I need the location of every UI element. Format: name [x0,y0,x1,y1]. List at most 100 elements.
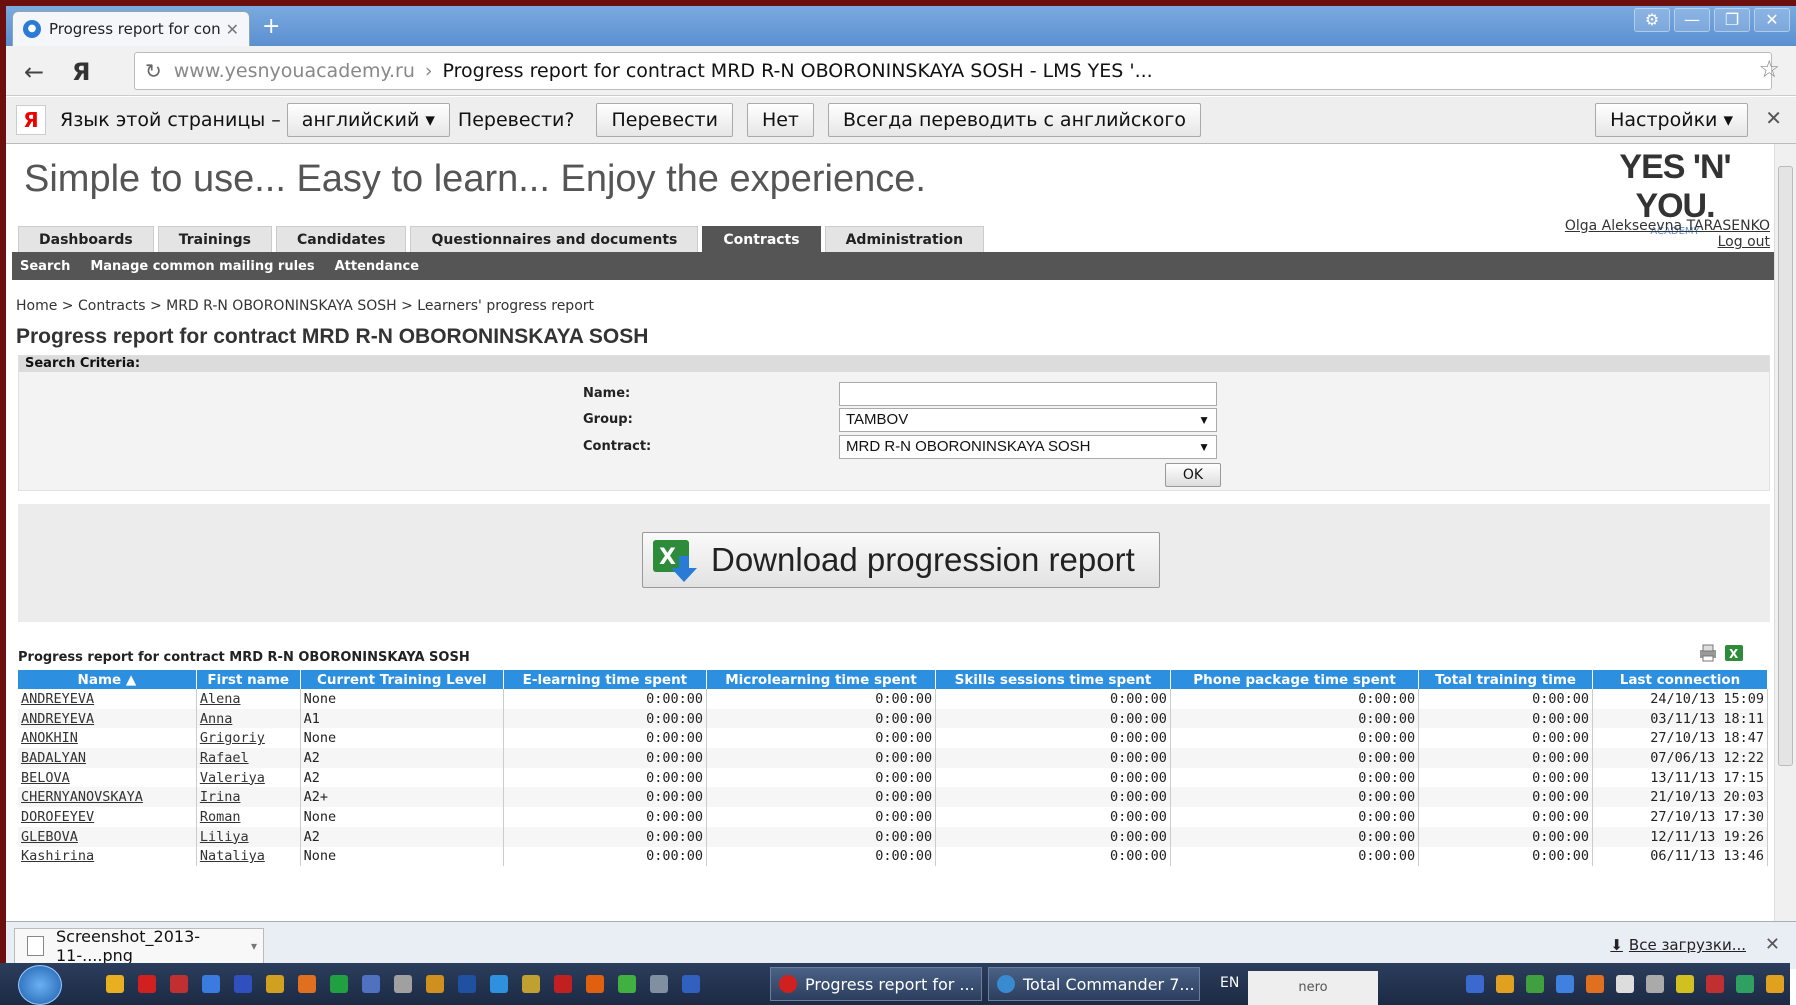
app-icon[interactable] [394,975,412,993]
tray-icon[interactable] [1676,975,1694,993]
learner-name-link[interactable]: ANDREYEVA [21,691,94,707]
app-icon[interactable] [234,975,252,993]
tray-icon[interactable] [1586,975,1604,993]
learner-name-link[interactable]: BELOVA [21,770,70,786]
tab-candidates[interactable]: Candidates [275,226,407,252]
col-header-skills[interactable]: Skills sessions time spent [935,670,1171,689]
close-downloads-icon[interactable]: ✕ [1765,934,1780,955]
nero-toolbar[interactable]: nero [1248,971,1378,1005]
col-header-first-name[interactable]: First name [196,670,301,689]
learner-firstname-link[interactable]: Anna [200,711,233,727]
close-window-button[interactable]: ✕ [1754,8,1790,32]
tab-contracts[interactable]: Contracts [702,226,821,252]
subnav-mailing-rules[interactable]: Manage common mailing rules [90,259,314,274]
app-icon[interactable] [490,975,508,993]
tray-icon[interactable] [1496,975,1514,993]
learner-name-link[interactable]: CHERNYANOVSKAYA [21,789,143,805]
app-icon[interactable] [266,975,284,993]
subnav-attendance[interactable]: Attendance [335,259,419,274]
ie-icon[interactable] [202,975,220,993]
name-input[interactable] [839,382,1217,406]
reload-icon[interactable]: ↻ [145,59,162,83]
tray-icon[interactable] [1766,975,1784,993]
learner-name-link[interactable]: Kashirina [21,848,94,864]
taskbar-item-total-commander[interactable]: Total Commander 7... [988,967,1200,1001]
language-indicator[interactable]: EN [1220,975,1239,991]
back-arrow-icon[interactable]: ← [24,58,44,86]
learner-firstname-link[interactable]: Grigoriy [200,730,265,746]
volume-icon[interactable] [1646,975,1664,993]
tray-icon[interactable] [1466,975,1484,993]
print-icon[interactable] [1698,644,1718,662]
download-report-button[interactable]: X Download progression report [642,532,1160,588]
translate-settings-button[interactable]: Настройки ▾ [1595,103,1748,137]
pdf-icon[interactable] [170,975,188,993]
chrome-icon[interactable] [106,975,124,993]
settings-gear-icon[interactable]: ⚙ [1634,8,1670,32]
learner-firstname-link[interactable]: Valeriya [200,770,265,786]
learner-name-link[interactable]: BADALYAN [21,750,86,766]
tray-icon[interactable] [1616,975,1634,993]
learner-name-link[interactable]: ANDREYEVA [21,711,94,727]
app-icon[interactable] [330,975,348,993]
no-translate-button[interactable]: Нет [746,103,814,137]
learner-firstname-link[interactable]: Rafael [200,750,249,766]
minimize-button[interactable]: — [1674,8,1710,32]
learner-name-link[interactable]: GLEBOVA [21,829,78,845]
scrollbar-thumb[interactable] [1778,166,1793,766]
app-icon[interactable] [362,975,380,993]
breadcrumb[interactable]: Home > Contracts > MRD R-N OBORONINSKAYA… [16,298,594,314]
excel-export-icon[interactable]: X [1724,644,1744,662]
col-header-last-connection[interactable]: Last connection [1592,670,1769,689]
translate-language-select[interactable]: английский ▾ [286,103,450,137]
learner-name-link[interactable]: DOROFEYEV [21,809,94,825]
learner-firstname-link[interactable]: Liliya [200,829,249,845]
tab-dashboards[interactable]: Dashboards [18,226,154,252]
photoshop-icon[interactable] [458,975,476,993]
chevron-down-icon[interactable]: ▾ [251,939,257,953]
col-header-phone[interactable]: Phone package time spent [1170,670,1420,689]
yandex-logo-icon[interactable]: Я [72,58,90,86]
translate-button[interactable]: Перевести [596,103,733,137]
acrobat-icon[interactable] [554,975,572,993]
taskbar-item-progress-report[interactable]: Progress report for ... [770,967,982,1001]
close-translate-icon[interactable]: ✕ [1765,106,1782,130]
app-icon[interactable] [618,975,636,993]
network-icon[interactable] [1736,975,1754,993]
start-button[interactable] [18,965,62,1005]
user-name-link[interactable]: Olga Alekseevna TARASENKO [1565,218,1770,234]
learner-firstname-link[interactable]: Alena [200,691,241,707]
all-downloads-link[interactable]: ⬇ Все загрузки... [1610,936,1746,954]
maximize-button[interactable]: ❐ [1714,8,1750,32]
tray-icon[interactable] [1526,975,1544,993]
learner-firstname-link[interactable]: Irina [200,789,241,805]
col-header-elearning[interactable]: E-learning time spent [503,670,707,689]
app-icon[interactable] [650,975,668,993]
yandex-browser-icon[interactable] [138,975,156,993]
close-tab-icon[interactable]: ✕ [226,20,239,39]
bookmark-star-icon[interactable]: ☆ [1758,55,1780,83]
word-icon[interactable] [682,975,700,993]
tab-questionnaires[interactable]: Questionnaires and documents [410,226,699,252]
new-tab-button[interactable]: + [262,14,280,39]
contract-select[interactable]: MRD R-N OBORONINSKAYA SOSH ▼ [839,435,1217,459]
app-icon[interactable] [522,975,540,993]
app-icon[interactable] [586,975,604,993]
col-header-microlearning[interactable]: Microlearning time spent [706,670,937,689]
app-icon[interactable] [426,975,444,993]
ok-button[interactable]: OK [1165,463,1221,487]
url-field[interactable]: ↻ www.yesnyouacademy.ru › Progress repor… [134,52,1772,90]
group-select[interactable]: TAMBOV ▼ [839,408,1217,432]
vlc-icon[interactable] [298,975,316,993]
learner-name-link[interactable]: ANOKHIN [21,730,78,746]
learner-firstname-link[interactable]: Nataliya [200,848,265,864]
logout-link[interactable]: Log out [1718,234,1770,250]
col-header-level[interactable]: Current Training Level [300,670,504,689]
col-header-total[interactable]: Total training time [1418,670,1593,689]
col-header-name[interactable]: Name ▲ [18,670,197,689]
download-item[interactable]: Screenshot_2013-11-....png ▾ [14,927,264,965]
tray-icon[interactable] [1556,975,1574,993]
tab-administration[interactable]: Administration [824,226,985,252]
always-translate-button[interactable]: Всегда переводить с английского [828,103,1201,137]
subnav-search[interactable]: Search [20,259,70,274]
